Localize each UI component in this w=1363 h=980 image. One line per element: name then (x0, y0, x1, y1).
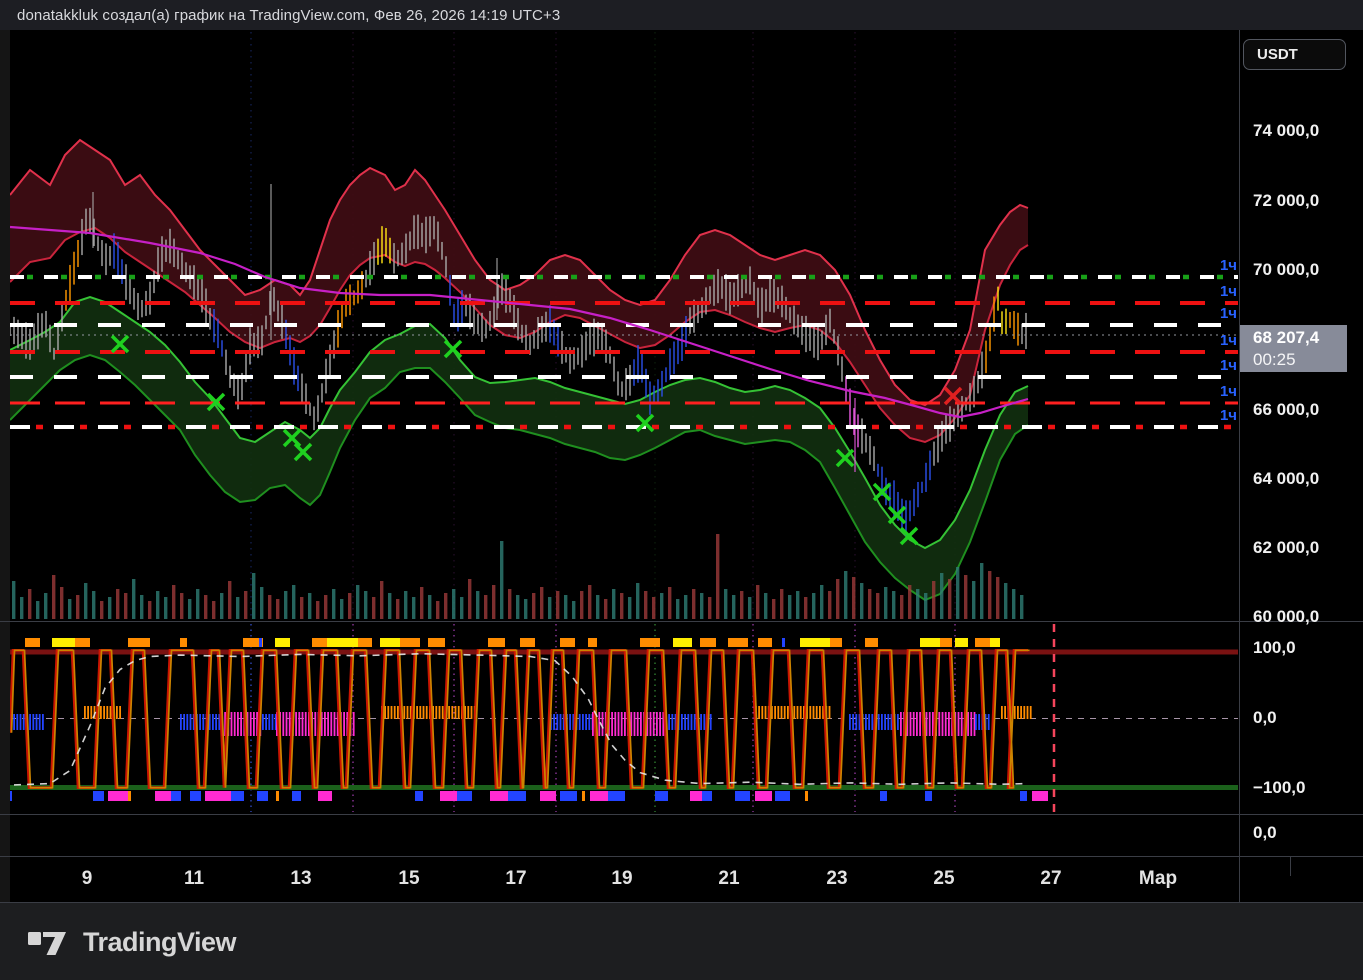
tradingview-logo-icon (28, 925, 72, 959)
price-tick-label: 74 000,0 (1253, 121, 1319, 141)
time-tick-label: 25 (914, 868, 974, 890)
chart-canvas[interactable] (0, 30, 1363, 903)
oscillator-tick-label: −100,0 (1253, 778, 1305, 798)
last-price-value: 68 207,4 (1253, 327, 1347, 349)
price-tick-label: 72 000,0 (1253, 191, 1319, 211)
snapshot-header: donatakkluk создал(а) график на TradingV… (0, 0, 1363, 30)
currency-toggle-button[interactable]: USDT (1243, 39, 1346, 70)
time-tick-label: 15 (379, 868, 439, 890)
snapshot-title: donatakkluk создал(а) график на TradingV… (17, 7, 560, 24)
tradingview-logo[interactable]: TradingView (28, 925, 236, 959)
time-tick-label: 9 (57, 868, 117, 890)
time-tick-label: 11 (164, 868, 224, 890)
snapshot-footer: TradingView (0, 903, 1363, 980)
level-timeframe-label: 1ч (1157, 332, 1237, 349)
level-timeframe-label: 1ч (1157, 357, 1237, 374)
price-tick-label: 62 000,0 (1253, 538, 1319, 558)
level-timeframe-label: 1ч (1157, 305, 1237, 322)
bar-countdown: 00:25 (1253, 349, 1347, 371)
time-tick-label: 17 (486, 868, 546, 890)
oscillator-tick-label: 100,0 (1253, 638, 1296, 658)
time-tick-label: 21 (699, 868, 759, 890)
time-tick-label: 23 (807, 868, 867, 890)
level-timeframe-label: 1ч (1157, 257, 1237, 274)
currency-label: USDT (1257, 46, 1298, 63)
last-price-box: 68 207,4 00:25 (1240, 325, 1347, 372)
level-timeframe-label: 1ч (1157, 283, 1237, 300)
price-tick-label: 66 000,0 (1253, 400, 1319, 420)
price-tick-label: 64 000,0 (1253, 469, 1319, 489)
time-tick-label: 27 (1021, 868, 1081, 890)
level-timeframe-label: 1ч (1157, 383, 1237, 400)
tradingview-logo-text: TradingView (83, 927, 236, 958)
level-timeframe-label: 1ч (1157, 407, 1237, 424)
oscillator-tick-label: 0,0 (1253, 708, 1277, 728)
time-tick-label: 19 (592, 868, 652, 890)
price-tick-label: 60 000,0 (1253, 607, 1319, 627)
sub-panel-tick-label: 0,0 (1253, 823, 1277, 843)
price-tick-label: 70 000,0 (1253, 260, 1319, 280)
time-tick-label: Мар (1128, 868, 1188, 890)
time-tick-label: 13 (271, 868, 331, 890)
tradingview-snapshot: donatakkluk создал(а) график на TradingV… (0, 0, 1363, 980)
